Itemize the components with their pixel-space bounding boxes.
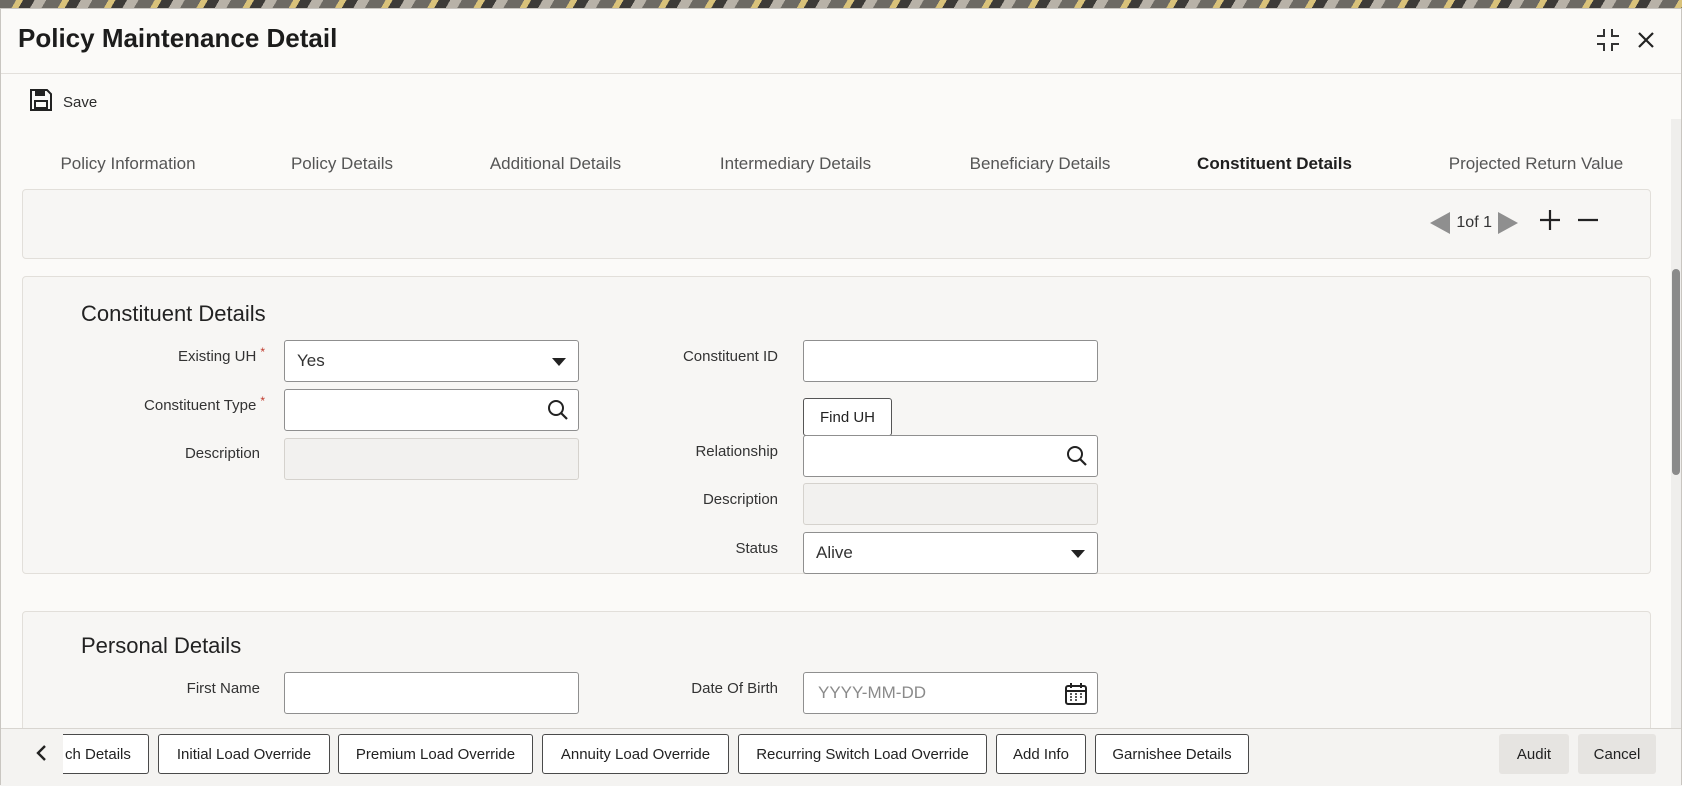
constituent-id-label: Constituent ID — [682, 348, 778, 365]
tab-projected-return-value[interactable]: Projected Return Value — [1441, 154, 1631, 194]
first-name-label: First Name — [186, 680, 260, 697]
tab-constituent-details[interactable]: Constituent Details — [1171, 154, 1378, 194]
personal-section-title: Personal Details — [81, 633, 242, 658]
title-bar: Policy Maintenance Detail — [1, 9, 1681, 73]
floppy-disk-icon — [29, 88, 53, 117]
tab-policy-details[interactable]: Policy Details — [287, 154, 397, 194]
vertical-scrollbar[interactable] — [1671, 119, 1681, 729]
existing-uh-label: Existing UH * — [177, 345, 265, 365]
relationship-field[interactable] — [803, 435, 1098, 477]
title-divider — [1, 73, 1681, 74]
switch-details-button[interactable]: ch Details — [63, 734, 149, 774]
save-button[interactable]: Save — [29, 87, 97, 117]
search-icon[interactable] — [1066, 445, 1088, 472]
previous-record-icon[interactable] — [1430, 211, 1451, 234]
chevron-left-icon[interactable] — [35, 743, 49, 768]
description-field — [284, 438, 579, 480]
scrollbar-thumb[interactable] — [1672, 269, 1680, 475]
footer-bar: ch Details Initial Load Override Premium… — [1, 728, 1681, 786]
audit-button[interactable]: Audit — [1499, 734, 1569, 774]
description-label: Description — [184, 445, 260, 462]
constituent-type-field[interactable] — [284, 389, 579, 431]
constituent-section-title: Constituent Details — [81, 301, 266, 326]
required-mark: * — [260, 345, 265, 359]
calendar-icon[interactable] — [1064, 682, 1088, 711]
save-label: Save — [63, 93, 98, 111]
cancel-button[interactable]: Cancel — [1578, 734, 1656, 774]
chevron-down-icon — [552, 358, 566, 366]
required-mark: * — [260, 394, 265, 408]
relationship-input[interactable] — [816, 445, 1085, 467]
date-of-birth-field[interactable] — [803, 672, 1098, 714]
description2-label: Description — [702, 491, 778, 508]
premium-load-override-button[interactable]: Premium Load Override — [338, 734, 533, 774]
first-name-input[interactable] — [297, 682, 566, 704]
search-icon[interactable] — [547, 399, 569, 426]
record-navigation: 1of 1 — [1430, 208, 1600, 237]
status-value: Alive — [816, 543, 853, 562]
first-name-field[interactable] — [284, 672, 579, 714]
close-icon[interactable] — [1631, 25, 1661, 55]
add-info-button[interactable]: Add Info — [996, 734, 1086, 774]
constituent-details-panel: Constituent Details Existing UH * Yes Con… — [22, 276, 1651, 574]
chevron-down-icon — [1071, 550, 1085, 558]
annuity-load-override-button[interactable]: Annuity Load Override — [542, 734, 729, 774]
expand-icon[interactable] — [1593, 25, 1623, 55]
record-pager: 1of 1 — [1456, 213, 1492, 231]
constituent-id-input[interactable] — [816, 350, 1085, 372]
tab-bar: Policy Information Policy Details Additi… — [1, 154, 1681, 194]
tab-beneficiary-details[interactable]: Beneficiary Details — [964, 154, 1116, 194]
find-uh-button[interactable]: Find UH — [803, 398, 892, 436]
tab-additional-details[interactable]: Additional Details — [483, 154, 628, 194]
relationship-label: Relationship — [695, 443, 778, 460]
plus-icon[interactable] — [1538, 208, 1562, 237]
description2-field — [803, 483, 1098, 525]
status-label: Status — [735, 540, 778, 557]
existing-uh-value: Yes — [297, 351, 325, 370]
constituent-type-input[interactable] — [297, 399, 566, 421]
date-of-birth-input[interactable] — [816, 682, 1085, 704]
window-title: Policy Maintenance Detail — [18, 23, 338, 53]
tab-policy-information[interactable]: Policy Information — [53, 154, 203, 194]
date-of-birth-label: Date Of Birth — [691, 680, 778, 697]
next-record-icon[interactable] — [1498, 211, 1518, 234]
personal-details-panel: Personal Details First Name Date Of Birt… — [22, 611, 1651, 741]
status-select[interactable]: Alive — [803, 532, 1098, 574]
record-navigation-panel: 1of 1 — [22, 189, 1651, 259]
initial-load-override-button[interactable]: Initial Load Override — [158, 734, 330, 774]
recurring-switch-load-override-button[interactable]: Recurring Switch Load Override — [738, 734, 987, 774]
constituent-id-field[interactable] — [803, 340, 1098, 382]
existing-uh-select[interactable]: Yes — [284, 340, 579, 382]
constituent-type-label: Constituent Type * — [144, 394, 265, 414]
minus-icon[interactable] — [1576, 208, 1600, 237]
policy-maintenance-window: Policy Maintenance Detail Save Policy In… — [0, 8, 1682, 786]
tab-intermediary-details[interactable]: Intermediary Details — [713, 154, 878, 194]
garnishee-details-button[interactable]: Garnishee Details — [1095, 734, 1249, 774]
